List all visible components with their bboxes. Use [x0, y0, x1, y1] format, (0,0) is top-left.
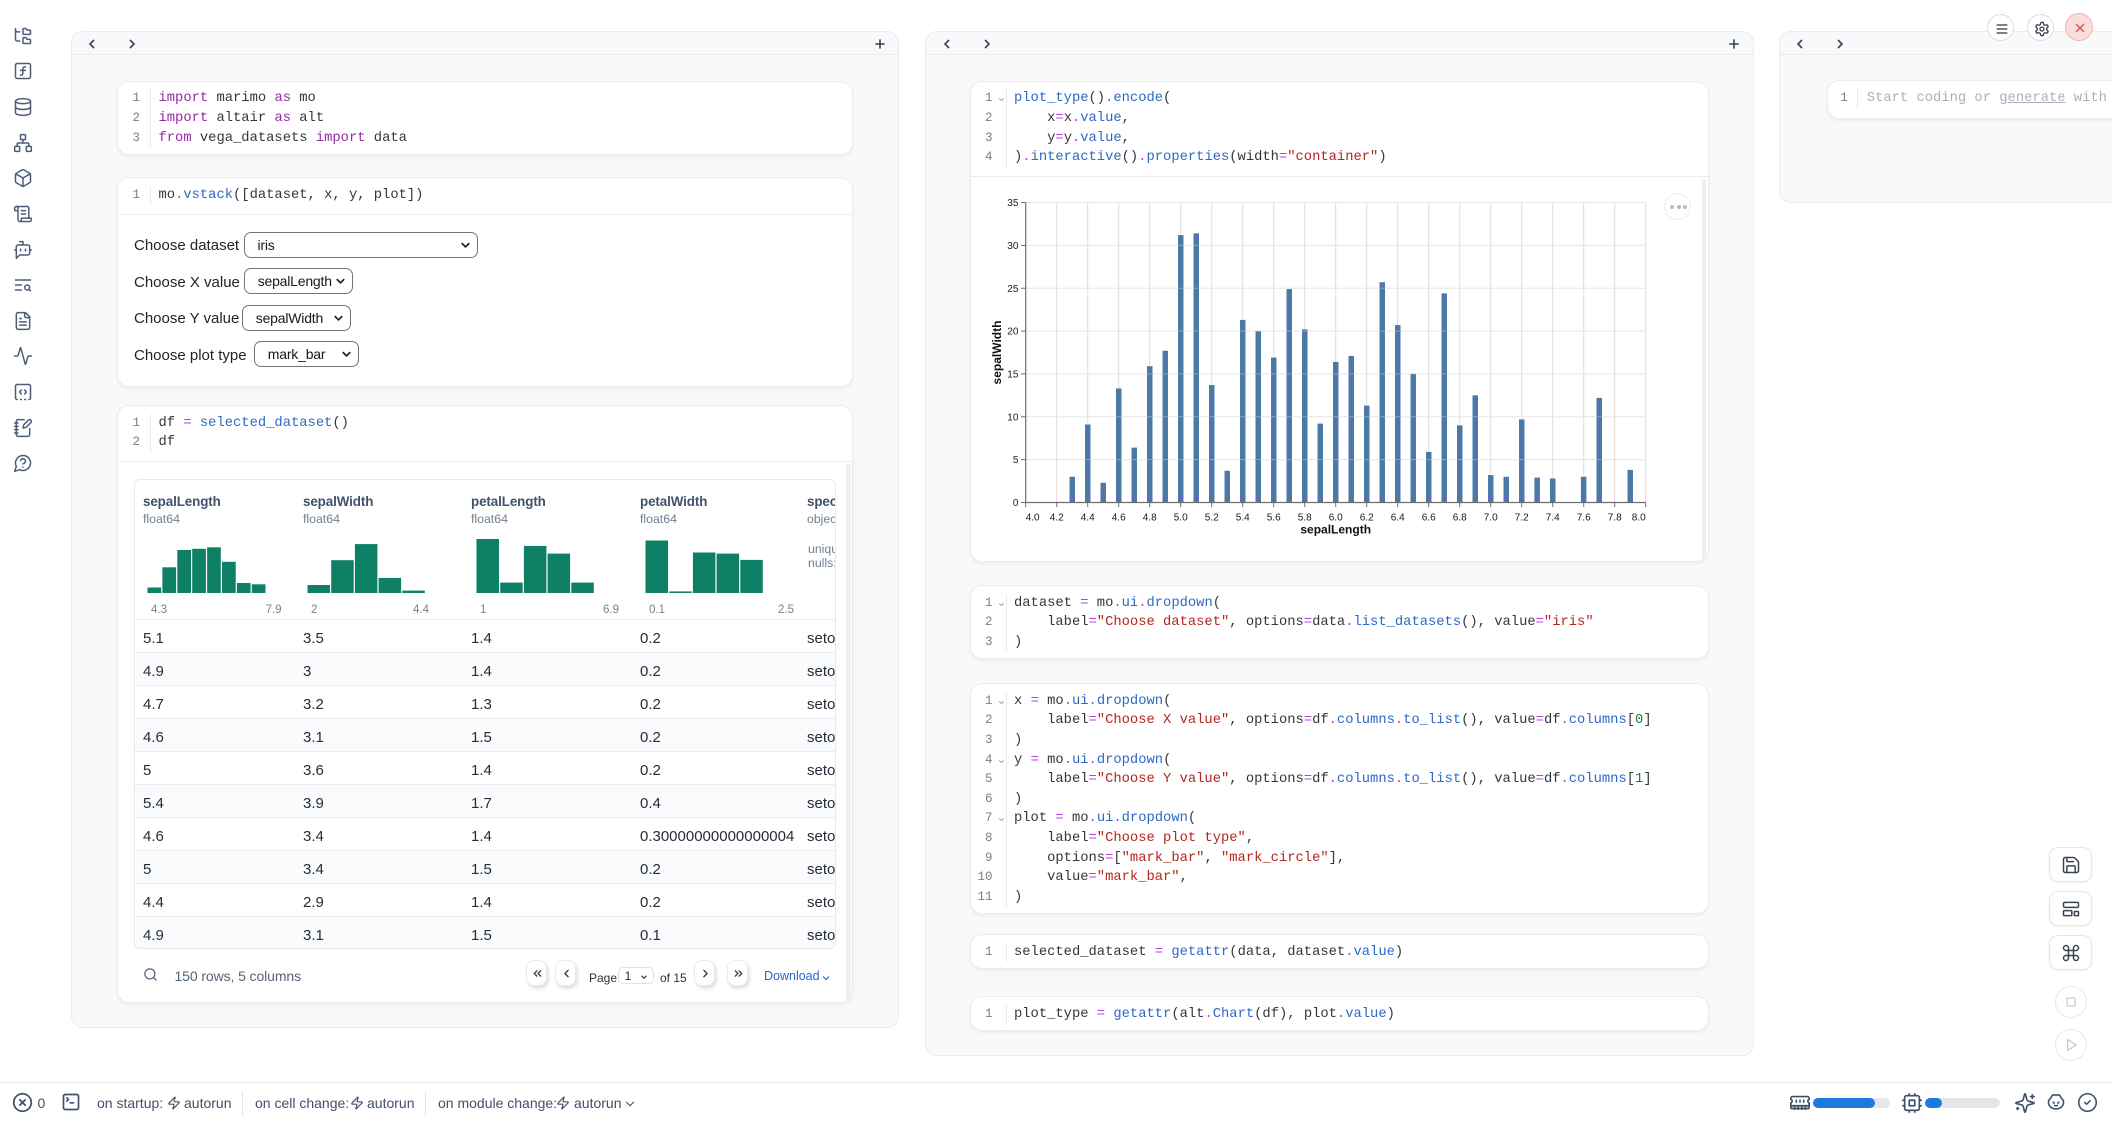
- svg-text:35: 35: [1007, 198, 1019, 209]
- svg-text:7.8: 7.8: [1608, 513, 1622, 524]
- svg-text:25: 25: [1007, 284, 1019, 295]
- svg-text:sepalLength: sepalLength: [1300, 523, 1371, 537]
- svg-text:8.0: 8.0: [1632, 513, 1646, 524]
- svg-text:6.4: 6.4: [1391, 513, 1405, 524]
- svg-text:5.2: 5.2: [1205, 513, 1219, 524]
- svg-text:sepalWidth: sepalWidth: [990, 321, 1004, 385]
- svg-text:5.4: 5.4: [1236, 513, 1250, 524]
- svg-text:10: 10: [1007, 412, 1019, 423]
- svg-text:5.0: 5.0: [1174, 513, 1188, 524]
- svg-text:7.0: 7.0: [1484, 513, 1498, 524]
- svg-text:4.8: 4.8: [1143, 513, 1157, 524]
- svg-text:7.6: 7.6: [1577, 513, 1591, 524]
- svg-text:5.6: 5.6: [1267, 513, 1281, 524]
- svg-text:0: 0: [1013, 498, 1019, 509]
- svg-text:7.2: 7.2: [1515, 513, 1529, 524]
- svg-text:6.8: 6.8: [1453, 513, 1467, 524]
- svg-text:30: 30: [1007, 241, 1019, 252]
- svg-text:20: 20: [1007, 327, 1019, 338]
- svg-text:4.0: 4.0: [1026, 513, 1040, 524]
- svg-text:4.4: 4.4: [1081, 513, 1095, 524]
- svg-text:7.4: 7.4: [1546, 513, 1560, 524]
- svg-text:15: 15: [1007, 370, 1019, 381]
- svg-text:4.6: 4.6: [1112, 513, 1126, 524]
- svg-text:5: 5: [1013, 455, 1019, 466]
- svg-text:4.2: 4.2: [1050, 513, 1064, 524]
- svg-text:6.6: 6.6: [1422, 513, 1436, 524]
